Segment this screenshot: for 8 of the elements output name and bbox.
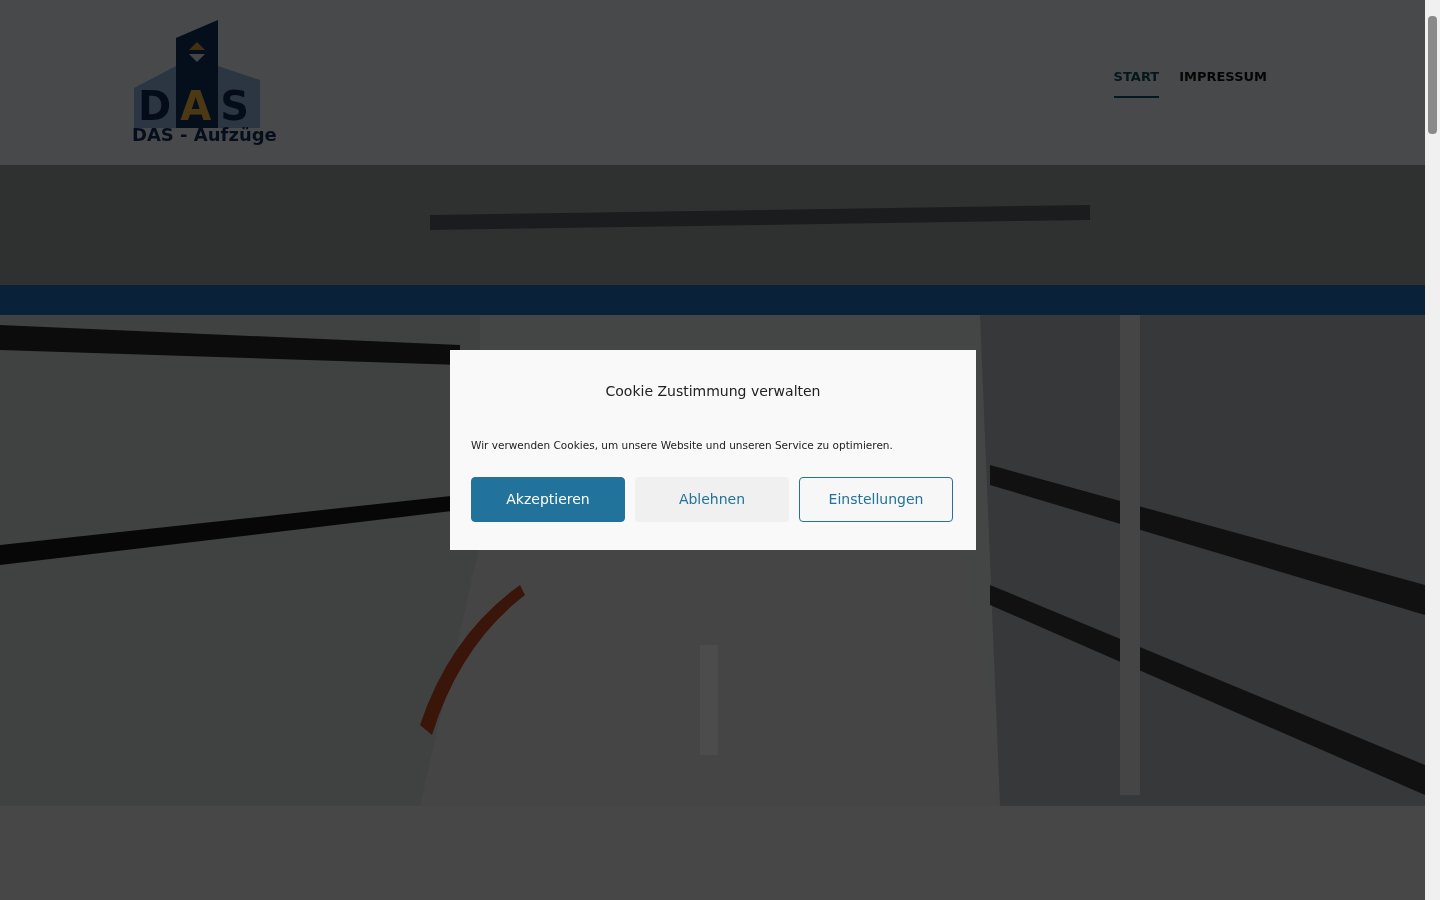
cookie-button[interactable]: Ablehnen xyxy=(635,476,789,522)
logo-text: DAS - Aufzüge xyxy=(132,125,277,144)
dialog-text: Wir verwenden Cookies, um unsere Website und unseren Service zu optimieren. xyxy=(471,438,894,453)
dialog-title: Cookie Zustimmung verwalten xyxy=(604,382,822,401)
cookie-button[interactable]: Akzeptieren xyxy=(471,476,625,522)
cookie-button[interactable]: Einstellungen xyxy=(799,476,953,522)
scrollbar-thumb[interactable] xyxy=(1428,16,1437,134)
logo-letter: A xyxy=(180,85,212,126)
